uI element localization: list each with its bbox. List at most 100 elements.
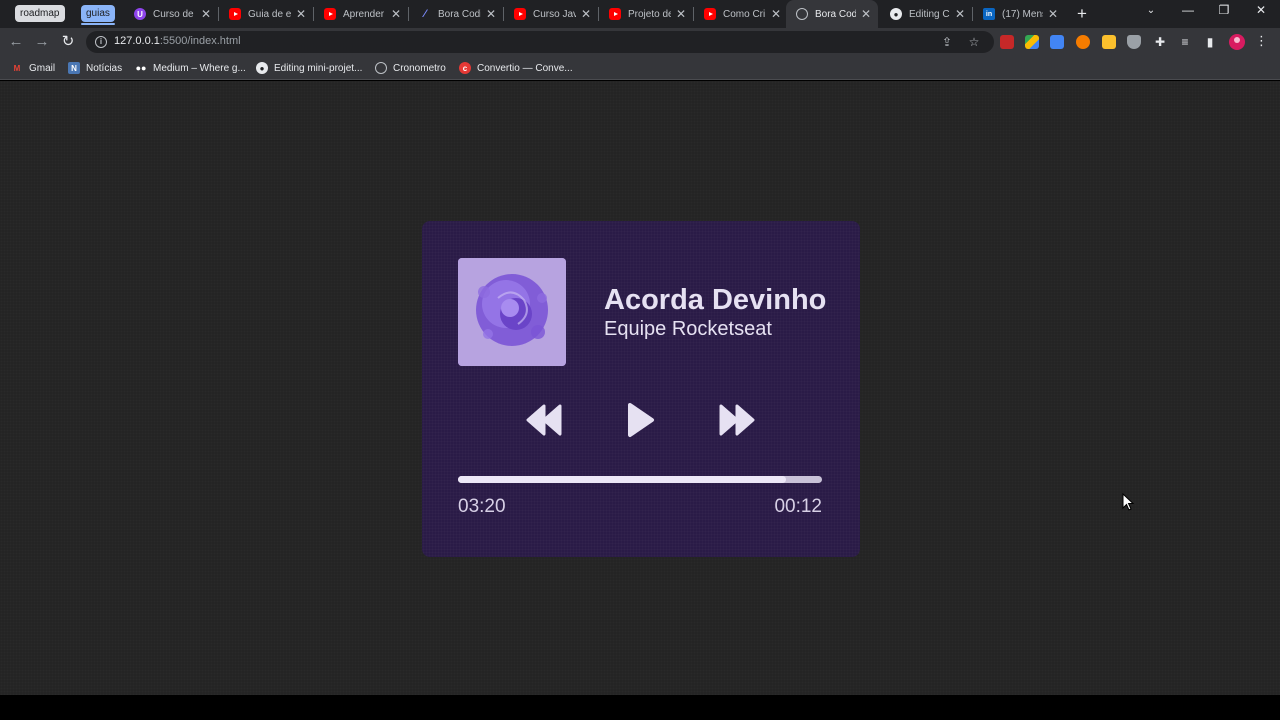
progress-bar[interactable] [458,476,822,483]
bookmark-label: Gmail [29,62,56,74]
url-host: 127.0.0.1 [114,35,160,47]
tab-title: Guia de e [248,8,291,20]
next-button[interactable] [717,402,757,438]
close-icon[interactable]: ✕ [954,7,966,21]
album-cover-art [458,258,566,366]
song-title: Acorda Devinho [604,284,827,316]
extension-yellow-icon[interactable] [1102,35,1116,49]
globe-icon [375,62,387,74]
close-icon[interactable]: ✕ [485,7,497,21]
github-icon: ● [256,62,268,74]
info-icon[interactable]: i [95,36,107,48]
google-drive-icon[interactable] [1025,35,1039,49]
bookmark-medium[interactable]: ●● Medium – Where g... [135,56,246,80]
new-tab-button[interactable]: + [1072,4,1092,24]
extensions-puzzle-icon[interactable]: ✚ [1152,34,1168,50]
bookmark-label: Medium – Where g... [153,62,246,74]
browser-toolbar: ← → ↻ i 127.0.0.1:5500/index.html ⇪ ☆ ✚ … [0,28,1280,56]
bookmark-gmail[interactable]: M Gmail [11,56,55,80]
bolt-icon: ⁄ [424,8,426,20]
youtube-icon [324,8,336,20]
extension-orange-icon[interactable] [1076,35,1090,49]
tab-title: Como Cri [723,8,766,20]
tab-title: Curso de [153,8,194,20]
progress-fill [458,476,786,483]
minimize-icon[interactable]: — [1178,3,1198,17]
tab-guia[interactable]: Guia de e ✕ [219,0,313,28]
bookmark-label: Notícias [86,62,123,74]
tab-search-icon[interactable]: ⌄ [1141,5,1161,16]
medium-icon: ●● [135,63,147,73]
profile-avatar[interactable] [1229,34,1245,50]
play-button[interactable] [622,402,662,438]
bookmark-noticias[interactable]: N Notícias [68,56,122,80]
remaining-time: 00:12 [774,496,822,517]
tab-linkedin[interactable]: in (17) Mens ✕ [973,0,1065,28]
side-panel-icon[interactable]: ▮ [1202,34,1218,50]
tab-bora-codar-active[interactable]: Bora Codi ✕ [786,0,878,28]
menu-dots-icon[interactable]: ⋮ [1255,33,1268,49]
rewind-icon [526,404,562,436]
share-icon[interactable]: ⇪ [939,34,955,50]
tab-title: (17) Mens [1002,8,1043,20]
close-icon[interactable]: ✕ [295,7,307,21]
bookmark-cronometro[interactable]: Cronometro [375,56,446,80]
close-window-icon[interactable]: ✕ [1251,3,1271,17]
bookmark-label: Cronometro [393,62,446,74]
restore-icon[interactable]: ❐ [1214,3,1234,17]
close-icon[interactable]: ✕ [1047,7,1059,21]
tab-group-underline [81,23,115,25]
tab-title: Bora Codi [815,8,856,20]
tab-group-guias[interactable]: guias [81,5,115,22]
gmail-icon: M [13,63,21,73]
page-viewport: Acorda Devinho Equipe Rocketseat 03:20 0… [0,81,1280,695]
tab-title: Aprender [343,8,385,20]
twitch-style-icon: U [134,8,146,20]
tab-aprender[interactable]: Aprender ✕ [314,0,408,28]
song-artist: Equipe Rocketseat [604,318,772,340]
url-path: :5500/index.html [159,35,241,47]
tab-como-criar[interactable]: Como Cri ✕ [694,0,788,28]
bookmark-github[interactable]: ● Editing mini-projet... [256,56,362,80]
close-icon[interactable]: ✕ [770,7,782,21]
taskbar [0,695,1280,720]
bookmark-label: Editing mini-projet... [274,62,363,74]
github-icon: ● [890,8,902,20]
album-cover-image [458,258,566,366]
bookmark-convertio[interactable]: c Convertio — Conve... [459,56,573,80]
tab-bora-codar-1[interactable]: ⁄ Bora Codi ✕ [409,0,503,28]
extension-red-icon[interactable] [1000,35,1014,49]
shield-icon[interactable] [1127,35,1141,49]
back-icon[interactable]: ← [6,32,26,52]
url-text[interactable]: 127.0.0.1:5500/index.html [114,35,241,47]
youtube-icon [609,8,621,20]
bookmark-star-icon[interactable]: ☆ [966,34,982,50]
play-icon [628,403,654,437]
tab-title: Editing C [909,8,950,20]
close-icon[interactable]: ✕ [860,7,872,21]
close-icon[interactable]: ✕ [675,7,687,21]
previous-button[interactable] [524,402,564,438]
tab-curso[interactable]: U Curso de ✕ [124,0,218,28]
close-icon[interactable]: ✕ [200,7,212,21]
tab-title: Bora Codi [438,8,481,20]
convertio-icon: c [459,62,471,74]
reload-icon[interactable]: ↻ [58,32,78,52]
tab-group-roadmap[interactable]: roadmap [15,5,65,22]
bookmarks-bar: M Gmail N Notícias ●● Medium – Where g..… [0,56,1280,80]
tab-editing[interactable]: ● Editing C ✕ [880,0,972,28]
tab-curso-js[interactable]: Curso Jav ✕ [504,0,598,28]
news-icon: N [68,62,80,74]
close-icon[interactable]: ✕ [580,7,592,21]
forward-icon[interactable]: → [32,32,52,52]
current-time: 03:20 [458,496,506,517]
linkedin-icon: in [983,8,995,20]
bookmark-label: Convertio — Conve... [477,62,573,74]
reading-list-icon[interactable]: ≡ [1177,34,1193,50]
youtube-icon [704,8,716,20]
tab-projeto[interactable]: Projeto de ✕ [599,0,693,28]
address-bar[interactable]: i 127.0.0.1:5500/index.html ⇪ ☆ [86,31,994,53]
translate-icon[interactable] [1050,35,1064,49]
close-icon[interactable]: ✕ [390,7,402,21]
tab-title: Projeto de [628,8,671,20]
